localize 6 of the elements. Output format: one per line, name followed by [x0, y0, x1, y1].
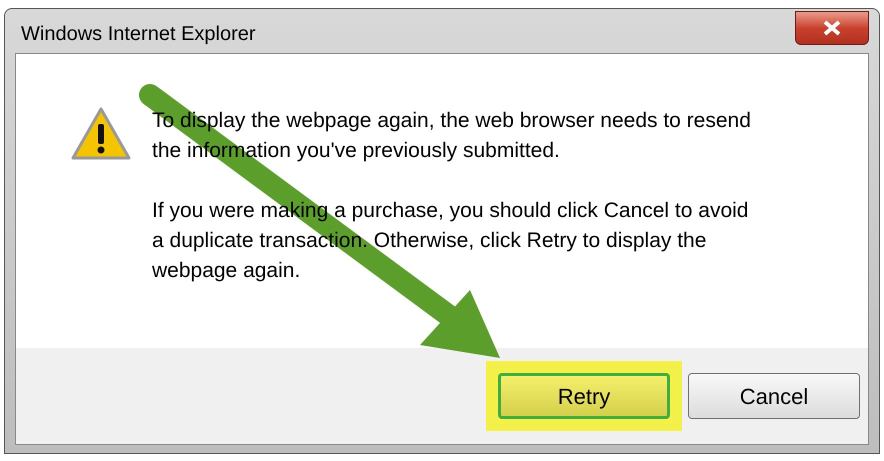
- warning-icon: [70, 106, 132, 162]
- close-icon: [823, 20, 841, 36]
- close-button[interactable]: [795, 11, 869, 45]
- dialog-button[interactable]: Cancel: [688, 373, 860, 419]
- dialog-button[interactable]: Retry: [498, 373, 670, 419]
- window-title: Windows Internet Explorer: [20, 22, 256, 47]
